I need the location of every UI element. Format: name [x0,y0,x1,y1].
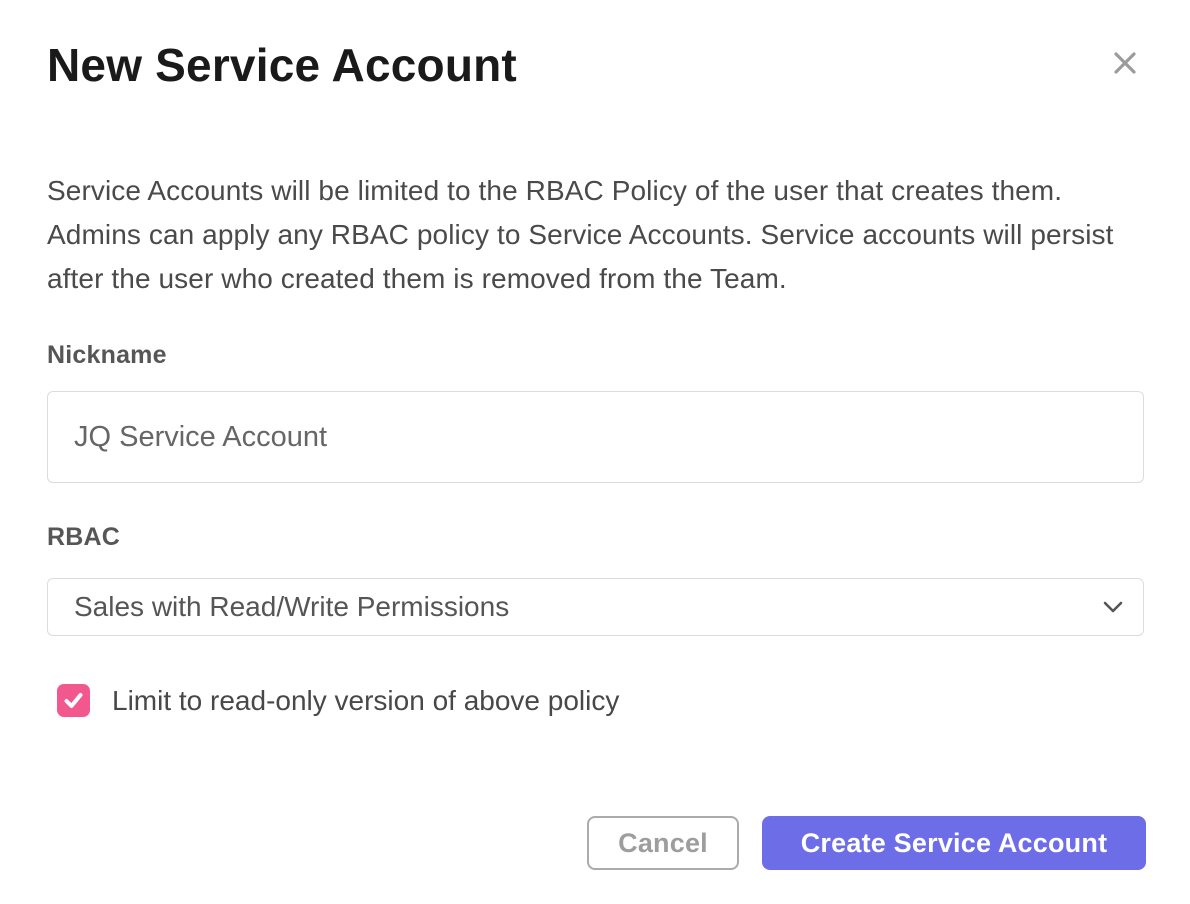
readonly-checkbox-row[interactable]: Limit to read-only version of above poli… [57,684,1144,717]
page-title: New Service Account [47,38,517,93]
modal-header: New Service Account [47,38,1144,93]
modal-actions: Cancel Create Service Account [587,816,1146,870]
close-button[interactable] [1106,44,1144,82]
checkmark-icon [62,689,85,712]
rbac-select[interactable]: Sales with Read/Write Permissions [47,578,1144,636]
nickname-input[interactable] [47,391,1144,483]
rbac-selected-value: Sales with Read/Write Permissions [74,591,509,623]
chevron-down-icon [1103,600,1123,614]
rbac-label: RBAC [47,523,1144,552]
readonly-checkbox[interactable] [57,684,90,717]
new-service-account-modal: New Service Account Service Accounts wil… [0,0,1190,904]
create-service-account-button[interactable]: Create Service Account [762,816,1146,870]
close-icon [1110,48,1140,78]
cancel-button[interactable]: Cancel [587,816,739,870]
readonly-checkbox-label: Limit to read-only version of above poli… [112,685,619,717]
nickname-label: Nickname [47,341,1144,370]
modal-description: Service Accounts will be limited to the … [47,169,1144,301]
